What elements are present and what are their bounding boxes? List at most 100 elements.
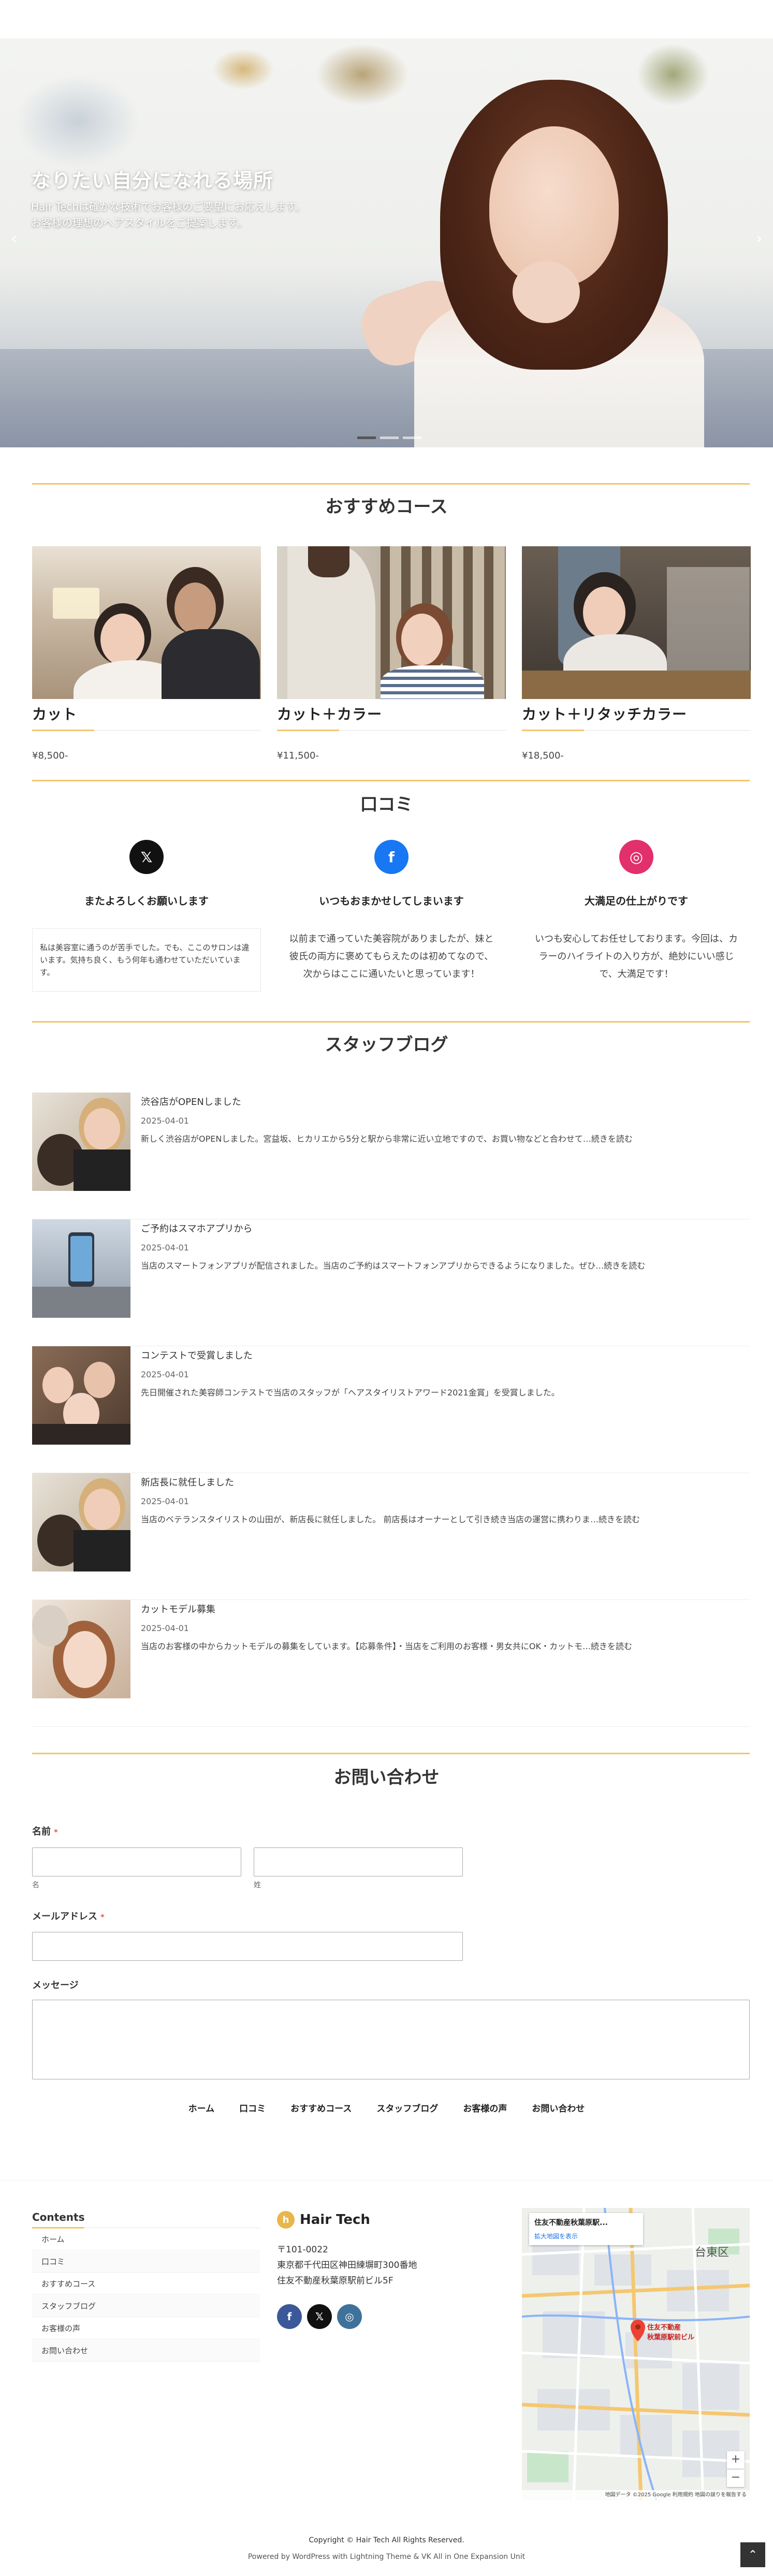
review-card: f いつもおまかせしてしまいます 以前まで通っていた美容院がありましたが、妹と … [277,840,506,983]
courses-title: おすすめコース [325,497,448,517]
chevron-up-icon: ⌃ [748,2548,758,2562]
footer-nav: ホーム 口コミ おすすめコース スタッフブログ お客様の声 お問い合わせ [0,2101,773,2114]
footer-nav-contact[interactable]: お問い合わせ [532,2101,585,2114]
slider-dot-1[interactable] [357,436,376,439]
contents-menu-contact[interactable]: お問い合わせ [32,2340,260,2362]
section-divider [32,483,750,485]
zoom-out-button[interactable]: − [727,2469,745,2487]
course-card[interactable]: カット＋リタッチカラー ¥18,500- [522,546,751,761]
map-enlarge-link[interactable]: 拡大地図を表示 [534,2232,638,2240]
address-line-2: 住友不動産秋葉原駅前ビル5F [277,2276,393,2286]
email-label: メールアドレス * [32,1909,105,1923]
zip-code: 〒101-0022 [277,2245,328,2255]
facebook-icon: f [374,840,409,874]
review-title: いつもおまかせしてしまいます [319,895,464,907]
back-to-top-button[interactable]: ⌃ [740,2542,765,2567]
course-price: ¥18,500- [522,750,564,761]
contact-title: お問い合わせ [333,1767,440,1788]
blog-post[interactable]: 新店長に就任しました 2025-04-01 当店のベテランスタイリストの山田が、… [32,1473,750,1600]
review-text: いつも安心してお任せしております。今回は、カ ラーのハイライトの入り方が、絶妙に… [522,930,751,983]
section-divider [32,780,750,781]
footer-nav-reviews[interactable]: 口コミ [239,2101,266,2114]
contents-menu-home[interactable]: ホーム [32,2229,260,2250]
blog-post-excerpt: 先日開催された美容師コンテストで当店のスタッフが「ヘアスタイリストアワード202… [141,1388,560,1398]
blog-post[interactable]: カットモデル募集 2025-04-01 当店のお客様の中からカットモデルの募集を… [32,1600,750,1727]
blog-post[interactable]: 渋谷店がOPENしました 2025-04-01 新しく渋谷店がOPENしました。… [32,1093,750,1219]
slider-pagination [357,436,421,439]
course-name: カット [32,706,78,723]
review-text: 以前まで通っていた美容院がありましたが、妹と 彼氏の両方に褒めてもらえたのは初め… [277,930,506,983]
review-text-line: いつも安心してお任せしております。今回は、カ [534,934,738,944]
contents-title: Contents [32,2211,85,2223]
map-pin-label: 住友不動産 秋葉原駅前ビル [647,2324,695,2341]
blog-post-title[interactable]: コンテストで受賞しました [141,1348,253,1362]
hero-slider: なりたい自分になれる場所 Hair Techは確かな技術でお客様のご要望にお応え… [0,38,773,447]
hero-line-1: Hair Techは確かな技術でお客様のご要望にお応えします。 [31,200,306,213]
hero-line-2: お客様の理想のヘアスタイルをご提案します。 [31,216,247,229]
blog-thumbnail [32,1346,130,1445]
blog-post-title[interactable]: カットモデル募集 [141,1602,215,1616]
course-card[interactable]: カット ¥8,500- [32,546,261,761]
x-icon: 𝕏 [129,840,164,874]
required-mark: * [54,1828,58,1837]
map-ward-label: 台東区 [695,2246,730,2259]
course-price: ¥8,500- [32,750,68,761]
slider-dot-3[interactable] [403,436,421,439]
email-field[interactable] [32,1932,463,1961]
footer-nav-blog[interactable]: スタッフブログ [376,2101,438,2114]
instagram-icon: ◎ [619,840,653,874]
x-icon[interactable]: 𝕏 [307,2304,332,2329]
blog-thumbnail [32,1219,130,1318]
review-text-line: 彼氏の両方に褒めてもらえたのは初めてなので、 [289,951,494,962]
hero-model-hand [513,261,580,323]
review-title: またよろしくお願いします [84,895,209,907]
blog-post-title[interactable]: ご予約はスマホアプリから [141,1221,252,1235]
review-card: ◎ 大満足の仕上がりです いつも安心してお任せしております。今回は、カ ラーのハ… [522,840,751,983]
contents-menu-voice[interactable]: お客様の声 [32,2318,260,2339]
review-text-line: ラーのハイライトの入り方が、絶妙にいい感じ [538,951,734,962]
footer-nav-courses[interactable]: おすすめコース [290,2101,352,2114]
email-label-text: メールアドレス [32,1911,97,1922]
blog-thumbnail [32,1600,130,1698]
chevron-right-icon[interactable]: › [751,228,767,249]
contents-menu-reviews[interactable]: 口コミ [32,2251,260,2273]
facebook-icon[interactable]: f [277,2304,302,2329]
copyright: Copyright © Hair Tech All Rights Reserve… [309,2536,464,2544]
last-name-field[interactable] [254,1847,463,1876]
course-underline [522,730,751,731]
review-text: 私は美容室に通うのが苦手でした。でも、ここのサロンは違います。気持ち良く、もう何… [32,928,261,992]
message-textarea[interactable] [32,2000,750,2079]
section-divider [32,1753,750,1754]
blog-post-excerpt: 新しく渋谷店がOPENしました。宮益坂、ヒカリエから5分と駅から非常に近い立地で… [141,1134,633,1144]
last-name-hint: 姓 [254,1881,261,1889]
blog-post-title[interactable]: 渋谷店がOPENしました [141,1095,241,1108]
chevron-left-icon[interactable]: ‹ [6,228,22,249]
footer-nav-home[interactable]: ホーム [188,2101,215,2114]
instagram-icon[interactable]: ◎ [337,2304,362,2329]
hero-title: なりたい自分になれる場所 [31,169,274,192]
blog-post-date: 2025-04-01 [141,1370,189,1379]
contents-menu-courses[interactable]: おすすめコース [32,2273,260,2295]
review-text-line: で、大満足です！ [599,969,674,980]
name-label: 名前 * [32,1824,58,1838]
course-image [277,546,506,699]
google-map[interactable]: 住友不動産秋葉原駅... 拡大地図を表示 台東区 住友不動産 秋葉原駅前ビル +… [522,2208,750,2500]
zoom-in-button[interactable]: + [727,2451,745,2469]
slider-dot-2[interactable] [380,436,399,439]
section-divider [32,1021,750,1023]
site-logo[interactable]: h Hair Tech [277,2211,370,2229]
review-text-line: 以前まで通っていた美容院がありましたが、妹と [289,934,494,944]
blog-post-excerpt: 当店のお客様の中からカットモデルの募集をしています。【応募条件】・当店をご利用の… [141,1641,633,1651]
contents-menu-blog[interactable]: スタッフブログ [32,2295,260,2317]
first-name-field[interactable] [32,1847,241,1876]
course-image [32,546,261,699]
blog-post-date: 2025-04-01 [141,1623,189,1633]
blog-post-title[interactable]: 新店長に就任しました [141,1475,234,1489]
course-name: カット＋リタッチカラー [522,706,688,723]
blog-post[interactable]: ご予約はスマホアプリから 2025-04-01 当店のスマートフォンアプリが配信… [32,1219,750,1346]
message-label: メッセージ [32,1980,79,1991]
blog-post[interactable]: コンテストで受賞しました 2025-04-01 先日開催された美容師コンテストで… [32,1346,750,1473]
footer-nav-voice[interactable]: お客様の声 [463,2101,507,2114]
course-card[interactable]: カット＋カラー ¥11,500- [277,546,506,761]
course-underline [32,730,261,731]
